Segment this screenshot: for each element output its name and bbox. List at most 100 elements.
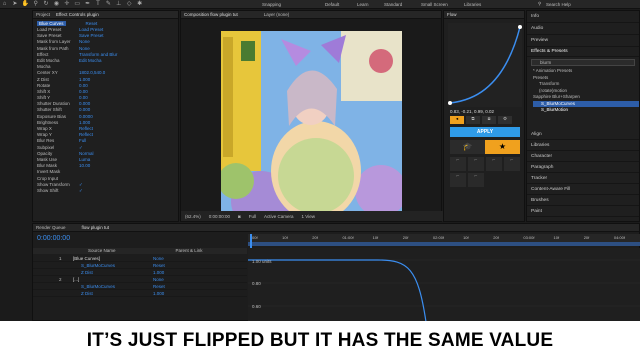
panel-character[interactable]: Character: [527, 151, 639, 162]
graph-label-low: 0.60: [252, 304, 261, 309]
flow-mode-icon[interactable]: ◂: [450, 116, 464, 124]
selection-tool-icon[interactable]: ➤: [11, 1, 18, 8]
search-icon[interactable]: ⚲: [538, 1, 541, 7]
panel-align[interactable]: Align: [527, 129, 639, 140]
table-row[interactable]: S_BlurMoCurves Reset: [33, 262, 247, 269]
tab-project[interactable]: Project: [36, 12, 50, 17]
brush-tool-icon[interactable]: ✎: [105, 1, 112, 8]
panel-content-aware-fill[interactable]: Content-Aware Fill: [527, 184, 639, 195]
flow-curve-editor[interactable]: [448, 23, 522, 107]
workspace-standard[interactable]: Standard: [384, 2, 402, 7]
shape-tool-icon[interactable]: ▭: [74, 1, 81, 8]
flow-paste-icon[interactable]: ⧈: [482, 116, 496, 124]
snapping-label[interactable]: Snapping: [262, 2, 281, 7]
layer-parent[interactable]: 1.000: [153, 291, 213, 296]
layer-name[interactable]: Z Dist: [73, 270, 153, 275]
table-row[interactable]: S_BlurMoCurves Reset: [33, 283, 247, 290]
hand-tool-icon[interactable]: ✋: [22, 1, 29, 8]
preset-curve-icon[interactable]: ⌐: [450, 173, 466, 187]
workspace-small-screen[interactable]: Small Screen: [421, 2, 448, 7]
panel-paragraph[interactable]: Paragraph: [527, 162, 639, 173]
home-icon[interactable]: ⌂: [1, 1, 8, 8]
pen-tool-icon[interactable]: ✒: [84, 1, 91, 8]
panel-libraries[interactable]: Libraries: [527, 140, 639, 151]
zoom-tool-icon[interactable]: ⚲: [32, 1, 39, 8]
panel-info[interactable]: Info: [527, 11, 639, 23]
apply-button[interactable]: APPLY: [450, 127, 520, 137]
text-tool-icon[interactable]: T: [95, 1, 102, 8]
eraser-tool-icon[interactable]: ◇: [126, 1, 133, 8]
layer-parent[interactable]: Reset: [153, 284, 213, 289]
flow-copy-icon[interactable]: ⧉: [466, 116, 480, 124]
panel-audio[interactable]: Audio: [527, 23, 639, 35]
tab-comp[interactable]: flow plugin tut: [82, 225, 110, 230]
panel-paint[interactable]: Paint: [527, 206, 639, 217]
layer-parent[interactable]: Reset: [153, 263, 213, 268]
tab-composition[interactable]: Composition flow plugin tut: [184, 12, 238, 17]
preset-curve-icon[interactable]: ⌐: [486, 157, 502, 171]
puppet-tool-icon[interactable]: ✱: [136, 1, 143, 8]
camera-select[interactable]: Active Camera: [264, 214, 294, 219]
timeline-timecode[interactable]: 0:00:00:00: [37, 235, 70, 242]
presets-cap-icon[interactable]: 🎓: [450, 140, 485, 154]
flow-settings-icon[interactable]: ⚙: [498, 116, 512, 124]
preset-curve-icon[interactable]: ⌐: [468, 173, 484, 187]
layer-parent[interactable]: 1.000: [153, 270, 213, 275]
ruler-tick-label: 20f: [583, 235, 590, 240]
table-row[interactable]: Z Dist 1.000: [33, 290, 247, 297]
layer-parent[interactable]: None: [153, 277, 213, 282]
viewer-timecode[interactable]: 0:00:00:00: [209, 214, 230, 219]
property-value[interactable]: Edit Mocha: [79, 58, 102, 64]
workspace-libraries[interactable]: Libraries: [464, 2, 481, 7]
layer-name[interactable]: [...]: [73, 277, 153, 282]
zoom-level[interactable]: (62.4%): [185, 214, 201, 219]
work-area-bar[interactable]: [248, 242, 640, 246]
table-row[interactable]: 1 [Blue Curves] None: [33, 255, 247, 262]
panel-preview[interactable]: Preview: [527, 35, 639, 47]
workspace-learn[interactable]: Learn: [357, 2, 369, 7]
panel-tracker[interactable]: Tracker: [527, 173, 639, 184]
comp-frame-image[interactable]: [221, 31, 402, 211]
layer-name[interactable]: S_BlurMoCurves: [73, 284, 153, 289]
time-ruler[interactable]: 00f 10f 20f 01:00f 10f 20f 02:00f 10f 20f 03:00f 1…: [248, 234, 640, 242]
layer-parent[interactable]: None: [153, 256, 213, 261]
timeline-panel: Render Queue flow plugin tut 0:00:00:00 …: [32, 223, 640, 322]
comp-tabs: Composition flow plugin tut Layer (none): [181, 11, 441, 19]
tab-render-queue[interactable]: Render Queue: [36, 225, 66, 230]
ruler-tick-label: 00f: [252, 235, 258, 240]
effects-search-input[interactable]: blurm: [531, 59, 635, 66]
tab-layer[interactable]: Layer (none): [264, 12, 290, 17]
layer-name[interactable]: Z Dist: [73, 291, 153, 296]
layer-name[interactable]: [Blue Curves]: [73, 256, 153, 261]
views-select[interactable]: 1 View: [302, 214, 315, 219]
flow-values[interactable]: 0.83, -0.21, 0.99, 0.02: [450, 109, 494, 114]
graph-editor[interactable]: [248, 248, 640, 322]
effect-reset[interactable]: Reset: [86, 21, 98, 26]
resolution-select[interactable]: Full: [249, 214, 256, 219]
preset-curve-icon[interactable]: ⌐: [450, 157, 466, 171]
property-value[interactable]: 10.00: [79, 163, 90, 169]
ruler-tick-label: 20f: [312, 235, 318, 240]
effect-layer-label[interactable]: Blue Curves: [37, 20, 66, 26]
favorites-star-icon[interactable]: ★: [485, 140, 520, 154]
preset-curve-icon[interactable]: ⌐: [504, 157, 520, 171]
search-help[interactable]: Search Help: [546, 2, 571, 7]
panel-brushes[interactable]: Brushes: [527, 195, 639, 206]
table-row[interactable]: 2 [...] None: [33, 276, 247, 283]
layer-name[interactable]: S_BlurMoCurves: [73, 263, 153, 268]
effects-presets-title[interactable]: Effects & Presets: [527, 47, 639, 57]
effects-tree-item[interactable]: S_BlurMotion: [533, 107, 639, 114]
tab-effect-controls[interactable]: Effect Controls plugin: [56, 12, 99, 17]
effect-property-row[interactable]: Show Shift ✓: [33, 188, 178, 194]
preset-curve-icon[interactable]: ⌐: [468, 157, 484, 171]
stamp-tool-icon[interactable]: ⊥: [115, 1, 122, 8]
ruler-tick-label: 02:00f: [432, 235, 445, 240]
property-value[interactable]: ✓: [79, 188, 83, 194]
camera-icon[interactable]: ◙: [238, 214, 241, 219]
pan-tool-icon[interactable]: ✛: [63, 1, 70, 8]
workspace-default[interactable]: Default: [325, 2, 339, 7]
table-row[interactable]: Z Dist 1.000: [33, 269, 247, 276]
video-caption: IT’S JUST FLIPPED BUT IT HAS THE SAME VA…: [0, 321, 640, 360]
camera-tool-icon[interactable]: ◉: [53, 1, 60, 8]
rotate-tool-icon[interactable]: ↻: [43, 1, 50, 8]
